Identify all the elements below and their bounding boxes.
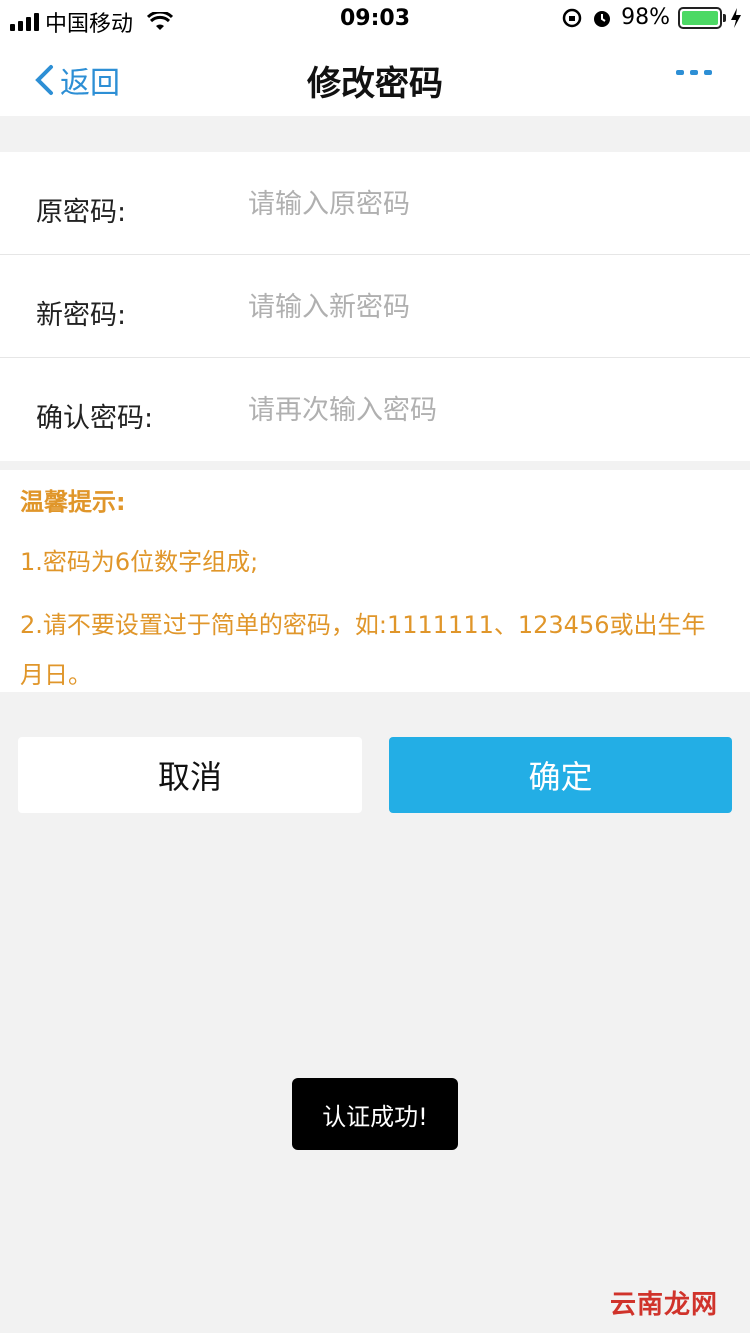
tips-line-1: 1.密码为6位数字组成; xyxy=(20,548,259,576)
status-right: 98% xyxy=(561,5,742,30)
tips-title: 温馨提示: xyxy=(20,488,126,516)
old-password-label: 原密码: xyxy=(36,197,127,228)
orientation-lock-icon xyxy=(562,8,582,27)
password-form: 原密码: 新密码: 确认密码: xyxy=(0,152,750,461)
battery-icon xyxy=(678,6,726,29)
cancel-button[interactable]: 取消 xyxy=(18,737,362,813)
battery-percent: 98% xyxy=(621,5,670,30)
watermark-logo: 云南龙网 xyxy=(609,1290,718,1320)
confirm-password-row: 确认密码: xyxy=(0,358,750,461)
tips-line-2: 2.请不要设置过于简单的密码，如:1111111、123456或出生年月日。 xyxy=(20,611,706,689)
confirm-password-input[interactable] xyxy=(248,384,708,436)
charging-icon xyxy=(731,7,741,28)
old-password-input[interactable] xyxy=(248,178,708,230)
new-password-label: 新密码: xyxy=(36,300,127,331)
old-password-row: 原密码: xyxy=(0,152,750,255)
confirm-button[interactable]: 确定 xyxy=(389,737,732,813)
alarm-icon xyxy=(594,10,611,27)
tips-panel: 温馨提示: 1.密码为6位数字组成; 2.请不要设置过于简单的密码，如:1111… xyxy=(0,470,750,692)
more-icon[interactable] xyxy=(676,70,712,75)
page-title: 修改密码 xyxy=(307,64,443,104)
toast-message: 认证成功! xyxy=(292,1078,458,1150)
status-bar: 中国移动 09:03 98% xyxy=(0,0,750,38)
nav-bar: 返回 修改密码 xyxy=(0,38,750,116)
confirm-password-label: 确认密码: xyxy=(36,403,154,434)
new-password-row: 新密码: xyxy=(0,255,750,358)
new-password-input[interactable] xyxy=(248,281,708,333)
